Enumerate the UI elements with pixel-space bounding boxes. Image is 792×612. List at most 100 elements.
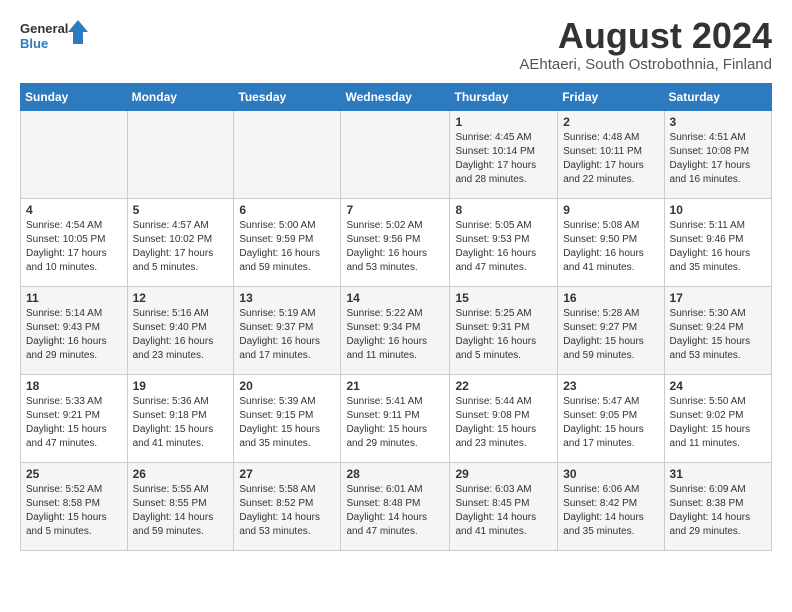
calendar-cell: 18Sunrise: 5:33 AM Sunset: 9:21 PM Dayli… xyxy=(21,374,128,462)
calendar-cell: 15 Sunrise: 5:25 AM Sunset: 9:31 PM Dayli… xyxy=(450,286,558,374)
calendar-cell: 17 Sunrise: 5:30 AM Sunset: 9:24 PM Dayli… xyxy=(664,286,771,374)
calendar-cell: 21 Sunrise: 5:41 AM Sunset: 9:11 PM Dayli… xyxy=(341,374,450,462)
weekday-header: Friday xyxy=(558,83,664,110)
day-info: Sunrise: 4:57 AM Sunset: 10:02 PM Daylig… xyxy=(133,219,229,275)
day-info: Sunrise: 4:54 AM Sunset: 10:05 PM Daylig… xyxy=(26,219,122,275)
day-info: Sunrise: 5:33 AM Sunset: 9:21 PM Dayligh… xyxy=(26,395,122,451)
day-number: 13 xyxy=(239,291,335,305)
logo: General Blue xyxy=(20,16,90,56)
calendar-cell: 11 Sunrise: 5:14 AM Sunset: 9:43 PM Dayli… xyxy=(21,286,128,374)
calendar-week-row: 18Sunrise: 5:33 AM Sunset: 9:21 PM Dayli… xyxy=(21,374,772,462)
day-info: Sunrise: 5:36 AM Sunset: 9:18 PM Dayligh… xyxy=(133,395,229,451)
weekday-header: Monday xyxy=(127,83,234,110)
calendar-cell: 12 Sunrise: 5:16 AM Sunset: 9:40 PM Dayli… xyxy=(127,286,234,374)
day-number: 12 xyxy=(133,291,229,305)
calendar-week-row: 11 Sunrise: 5:14 AM Sunset: 9:43 PM Dayli… xyxy=(21,286,772,374)
calendar-cell: 13 Sunrise: 5:19 AM Sunset: 9:37 PM Dayli… xyxy=(234,286,341,374)
day-number: 30 xyxy=(563,467,658,481)
day-info: Sunrise: 5:19 AM Sunset: 9:37 PM Dayligh… xyxy=(239,307,335,363)
day-number: 6 xyxy=(239,203,335,217)
calendar-cell xyxy=(341,110,450,198)
page-header: General Blue August 2024 AEhtaeri, South… xyxy=(20,16,772,73)
day-number: 11 xyxy=(26,291,122,305)
day-info: Sunrise: 5:58 AM Sunset: 8:52 PM Dayligh… xyxy=(239,483,335,539)
day-info: Sunrise: 5:00 AM Sunset: 9:59 PM Dayligh… xyxy=(239,219,335,275)
day-number: 24 xyxy=(670,379,766,393)
weekday-header: Wednesday xyxy=(341,83,450,110)
weekday-header: Saturday xyxy=(664,83,771,110)
calendar-cell: 28Sunrise: 6:01 AM Sunset: 8:48 PM Dayli… xyxy=(341,462,450,550)
calendar-cell: 2Sunrise: 4:48 AM Sunset: 10:11 PM Dayli… xyxy=(558,110,664,198)
day-info: Sunrise: 5:14 AM Sunset: 9:43 PM Dayligh… xyxy=(26,307,122,363)
day-info: Sunrise: 6:03 AM Sunset: 8:45 PM Dayligh… xyxy=(455,483,552,539)
calendar-cell: 31Sunrise: 6:09 AM Sunset: 8:38 PM Dayli… xyxy=(664,462,771,550)
day-number: 19 xyxy=(133,379,229,393)
day-number: 10 xyxy=(670,203,766,217)
day-number: 14 xyxy=(346,291,444,305)
calendar-cell: 10 Sunrise: 5:11 AM Sunset: 9:46 PM Dayli… xyxy=(664,198,771,286)
calendar-cell: 9 Sunrise: 5:08 AM Sunset: 9:50 PM Daylig… xyxy=(558,198,664,286)
title-block: August 2024 AEhtaeri, South Ostrobothnia… xyxy=(519,16,772,73)
day-info: Sunrise: 5:44 AM Sunset: 9:08 PM Dayligh… xyxy=(455,395,552,451)
month-year-title: August 2024 xyxy=(519,16,772,56)
day-info: Sunrise: 5:22 AM Sunset: 9:34 PM Dayligh… xyxy=(346,307,444,363)
day-info: Sunrise: 5:55 AM Sunset: 8:55 PM Dayligh… xyxy=(133,483,229,539)
day-info: Sunrise: 5:11 AM Sunset: 9:46 PM Dayligh… xyxy=(670,219,766,275)
calendar-cell: 6 Sunrise: 5:00 AM Sunset: 9:59 PM Daylig… xyxy=(234,198,341,286)
calendar-cell: 23 Sunrise: 5:47 AM Sunset: 9:05 PM Dayli… xyxy=(558,374,664,462)
calendar-week-row: 4 Sunrise: 4:54 AM Sunset: 10:05 PM Dayli… xyxy=(21,198,772,286)
location-subtitle: AEhtaeri, South Ostrobothnia, Finland xyxy=(519,56,772,73)
day-number: 20 xyxy=(239,379,335,393)
calendar-cell: 19 Sunrise: 5:36 AM Sunset: 9:18 PM Dayli… xyxy=(127,374,234,462)
day-number: 26 xyxy=(133,467,229,481)
day-number: 9 xyxy=(563,203,658,217)
day-info: Sunrise: 5:47 AM Sunset: 9:05 PM Dayligh… xyxy=(563,395,658,451)
day-number: 1 xyxy=(455,115,552,129)
calendar-cell xyxy=(234,110,341,198)
day-info: Sunrise: 6:09 AM Sunset: 8:38 PM Dayligh… xyxy=(670,483,766,539)
day-number: 15 xyxy=(455,291,552,305)
day-number: 16 xyxy=(563,291,658,305)
weekday-header: Thursday xyxy=(450,83,558,110)
day-info: Sunrise: 5:41 AM Sunset: 9:11 PM Dayligh… xyxy=(346,395,444,451)
day-info: Sunrise: 5:39 AM Sunset: 9:15 PM Dayligh… xyxy=(239,395,335,451)
day-number: 23 xyxy=(563,379,658,393)
logo-svg: General Blue xyxy=(20,16,90,56)
calendar-cell: 24Sunrise: 5:50 AM Sunset: 9:02 PM Dayli… xyxy=(664,374,771,462)
svg-text:General: General xyxy=(20,21,68,36)
calendar-cell: 1 Sunrise: 4:45 AM Sunset: 10:14 PM Dayli… xyxy=(450,110,558,198)
calendar-cell: 8Sunrise: 5:05 AM Sunset: 9:53 PM Daylig… xyxy=(450,198,558,286)
calendar-cell: 4 Sunrise: 4:54 AM Sunset: 10:05 PM Dayli… xyxy=(21,198,128,286)
day-number: 29 xyxy=(455,467,552,481)
calendar-table: SundayMondayTuesdayWednesdayThursdayFrid… xyxy=(20,83,772,551)
day-info: Sunrise: 5:30 AM Sunset: 9:24 PM Dayligh… xyxy=(670,307,766,363)
day-number: 7 xyxy=(346,203,444,217)
day-info: Sunrise: 5:02 AM Sunset: 9:56 PM Dayligh… xyxy=(346,219,444,275)
calendar-cell: 27 Sunrise: 5:58 AM Sunset: 8:52 PM Dayli… xyxy=(234,462,341,550)
day-info: Sunrise: 5:25 AM Sunset: 9:31 PM Dayligh… xyxy=(455,307,552,363)
day-number: 3 xyxy=(670,115,766,129)
calendar-cell: 26 Sunrise: 5:55 AM Sunset: 8:55 PM Dayli… xyxy=(127,462,234,550)
day-number: 17 xyxy=(670,291,766,305)
calendar-cell xyxy=(21,110,128,198)
calendar-cell: 14 Sunrise: 5:22 AM Sunset: 9:34 PM Dayli… xyxy=(341,286,450,374)
calendar-cell xyxy=(127,110,234,198)
calendar-cell: 22 Sunrise: 5:44 AM Sunset: 9:08 PM Dayli… xyxy=(450,374,558,462)
day-info: Sunrise: 4:51 AM Sunset: 10:08 PM Daylig… xyxy=(670,131,766,187)
calendar-cell: 30Sunrise: 6:06 AM Sunset: 8:42 PM Dayli… xyxy=(558,462,664,550)
day-number: 22 xyxy=(455,379,552,393)
calendar-cell: 7 Sunrise: 5:02 AM Sunset: 9:56 PM Daylig… xyxy=(341,198,450,286)
day-number: 4 xyxy=(26,203,122,217)
day-info: Sunrise: 5:16 AM Sunset: 9:40 PM Dayligh… xyxy=(133,307,229,363)
day-number: 5 xyxy=(133,203,229,217)
calendar-week-row: 1 Sunrise: 4:45 AM Sunset: 10:14 PM Dayli… xyxy=(21,110,772,198)
day-number: 27 xyxy=(239,467,335,481)
day-info: Sunrise: 4:45 AM Sunset: 10:14 PM Daylig… xyxy=(455,131,552,187)
day-info: Sunrise: 6:01 AM Sunset: 8:48 PM Dayligh… xyxy=(346,483,444,539)
weekday-header-row: SundayMondayTuesdayWednesdayThursdayFrid… xyxy=(21,83,772,110)
day-number: 2 xyxy=(563,115,658,129)
calendar-week-row: 25Sunrise: 5:52 AM Sunset: 8:58 PM Dayli… xyxy=(21,462,772,550)
day-info: Sunrise: 5:08 AM Sunset: 9:50 PM Dayligh… xyxy=(563,219,658,275)
day-number: 21 xyxy=(346,379,444,393)
calendar-cell: 16Sunrise: 5:28 AM Sunset: 9:27 PM Dayli… xyxy=(558,286,664,374)
